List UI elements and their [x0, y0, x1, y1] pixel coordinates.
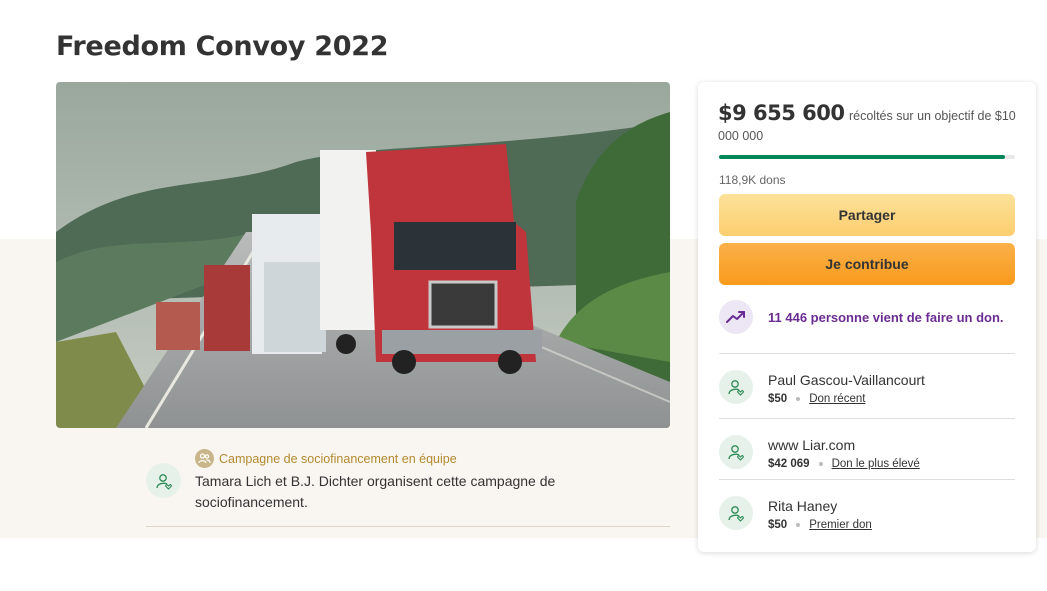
- user-heart-icon: [155, 473, 172, 490]
- donor-amount: $50: [768, 519, 788, 531]
- donor-name: Paul Gascou-Vaillancourt: [768, 372, 925, 388]
- donor-meta: $42 069 Don le plus élevé: [768, 458, 920, 470]
- user-heart-icon: [728, 380, 744, 396]
- raised-amount: $9 655 600: [718, 101, 845, 125]
- donor-item: www Liar.com $42 069 Don le plus élevé: [719, 418, 1015, 482]
- divider: [146, 526, 670, 527]
- share-button[interactable]: Partager: [719, 194, 1015, 236]
- donor-item: Paul Gascou-Vaillancourt $50 Don récent: [719, 353, 1015, 417]
- recent-donations-text: 11 446 personne vient de faire un don.: [768, 309, 1004, 325]
- hero-image: [56, 82, 670, 428]
- recent-donations-notice: 11 446 personne vient de faire un don.: [719, 298, 1015, 336]
- progress-bar: [719, 155, 1015, 159]
- donor-tag-link[interactable]: Don récent: [809, 393, 865, 405]
- donor-name: www Liar.com: [768, 437, 856, 453]
- donor-tag-link[interactable]: Don le plus élevé: [832, 458, 920, 470]
- donor-avatar: [719, 370, 753, 404]
- separator-dot: [796, 397, 801, 401]
- convoy-photo-icon: [56, 82, 670, 428]
- trending-up-icon: [726, 311, 745, 323]
- separator-dot: [796, 523, 801, 527]
- donor-avatar: [719, 496, 753, 530]
- organizer-avatar: [146, 463, 181, 498]
- team-campaign-label[interactable]: Campagne de sociofinancement en équipe: [219, 452, 457, 466]
- page-title: Freedom Convoy 2022: [56, 31, 389, 62]
- donor-avatar: [719, 435, 753, 469]
- trend-icon-badge: [719, 300, 753, 334]
- people-icon: [198, 453, 211, 464]
- donor-amount: $42 069: [768, 458, 810, 470]
- donor-meta: $50 Don récent: [768, 393, 865, 405]
- raised-summary: $9 655 600 récoltés sur un objectif de $…: [718, 103, 1018, 146]
- donate-button[interactable]: Je contribue: [719, 243, 1015, 285]
- team-campaign-line: Campagne de sociofinancement en équipe: [195, 449, 457, 468]
- organizer-text: Tamara Lich et B.J. Dichter organisent c…: [195, 473, 556, 510]
- donor-amount: $50: [768, 393, 788, 405]
- donor-name: Rita Haney: [768, 498, 838, 514]
- donor-item: Rita Haney $50 Premier don: [719, 479, 1015, 543]
- donor-meta: $50 Premier don: [768, 519, 872, 531]
- user-heart-icon: [728, 506, 744, 522]
- progress-fill: [719, 155, 1005, 159]
- donation-card: $9 655 600 récoltés sur un objectif de $…: [698, 82, 1036, 552]
- donations-count: 118,9K dons: [719, 173, 786, 187]
- donor-tag-link[interactable]: Premier don: [809, 519, 872, 531]
- team-icon: [195, 449, 214, 468]
- user-heart-icon: [728, 445, 744, 461]
- separator-dot: [818, 462, 823, 466]
